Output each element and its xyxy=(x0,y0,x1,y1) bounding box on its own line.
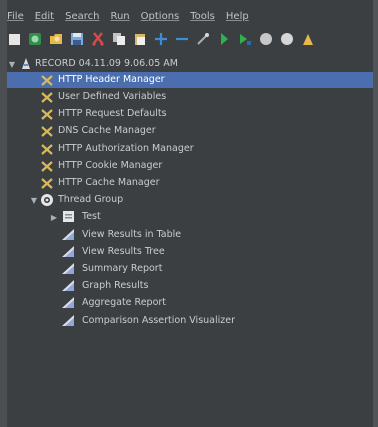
menu-run[interactable]: Run xyxy=(110,11,129,22)
toggle-icon[interactable] xyxy=(196,32,210,46)
tree-node-dns-cache-manager[interactable]: DNS Cache Manager xyxy=(7,123,373,139)
config-element-icon xyxy=(40,74,54,87)
paste-icon[interactable] xyxy=(133,32,147,46)
stop-icon[interactable] xyxy=(259,32,273,46)
tree-node-aggregate-report[interactable]: Aggregate Report xyxy=(7,295,373,311)
tree-node-http-cookie-manager[interactable]: HTTP Cookie Manager xyxy=(7,158,373,174)
tree-node-root[interactable]: ▼ RECORD 04.11.09 9.06.05 AM xyxy=(7,56,373,72)
menu-file[interactable]: File xyxy=(7,11,24,22)
start-no-pauses-icon[interactable] xyxy=(238,32,252,46)
config-element-icon xyxy=(40,108,54,121)
listener-icon xyxy=(61,262,75,275)
tree-node-http-request-defaults[interactable]: HTTP Request Defaults xyxy=(7,106,373,122)
tree-node-test-controller[interactable]: ▶ Test xyxy=(7,209,373,225)
tree-node-label: HTTP Cookie Manager xyxy=(58,160,163,171)
copy-icon[interactable] xyxy=(112,32,126,46)
simple-controller-icon xyxy=(61,210,75,223)
collapse-toggle-icon[interactable]: ▶ xyxy=(49,212,59,222)
config-element-icon xyxy=(40,125,54,138)
listener-icon xyxy=(61,279,75,292)
collapse-icon[interactable] xyxy=(175,32,189,46)
shutdown-icon[interactable] xyxy=(280,32,294,46)
templates-icon[interactable] xyxy=(28,32,42,46)
tree-node-http-header-manager[interactable]: HTTP Header Manager xyxy=(7,72,373,88)
tree-node-http-cache-manager[interactable]: HTTP Cache Manager xyxy=(7,175,373,191)
menu-options[interactable]: Options xyxy=(141,11,180,22)
clear-icon[interactable] xyxy=(301,32,315,46)
expand-icon[interactable] xyxy=(154,32,168,46)
config-element-icon xyxy=(40,160,54,173)
expand-toggle-icon[interactable]: ▼ xyxy=(7,59,17,69)
open-icon[interactable] xyxy=(49,32,63,46)
tree-node-label: Comparison Assertion Visualizer xyxy=(82,315,236,326)
menu-search[interactable]: Search xyxy=(65,11,99,22)
tree-node-summary-report[interactable]: Summary Report xyxy=(7,261,373,277)
window-right-border xyxy=(373,0,378,427)
tree-node-label: Thread Group xyxy=(58,194,124,205)
tree-node-label: Summary Report xyxy=(82,263,163,274)
tree-node-view-results-tree[interactable]: View Results Tree xyxy=(7,244,373,260)
config-element-icon xyxy=(40,91,54,104)
tree-node-label: HTTP Authorization Manager xyxy=(58,143,194,154)
tree-node-label: Test xyxy=(82,211,101,222)
expand-toggle-icon[interactable]: ▼ xyxy=(29,195,39,205)
listener-icon xyxy=(61,314,75,327)
tree-node-label: HTTP Request Defaults xyxy=(58,108,167,119)
test-plan-tree: ▼ RECORD 04.11.09 9.06.05 AM HTTP Header… xyxy=(7,56,373,427)
tree-node-label: HTTP Cache Manager xyxy=(58,177,160,188)
cut-icon[interactable] xyxy=(91,32,105,46)
tree-node-label: View Results Tree xyxy=(82,246,165,257)
tree-node-label: HTTP Header Manager xyxy=(58,74,165,85)
tree-node-label: DNS Cache Manager xyxy=(58,125,156,136)
test-plan-icon xyxy=(19,57,33,70)
tree-node-label: User Defined Variables xyxy=(58,91,167,102)
listener-icon xyxy=(61,296,75,309)
listener-icon xyxy=(61,228,75,241)
tree-node-comparison-assertion-visualizer[interactable]: Comparison Assertion Visualizer xyxy=(7,313,373,329)
tree-node-label: RECORD 04.11.09 9.06.05 AM xyxy=(35,58,178,69)
tree-node-http-authorization-manager[interactable]: HTTP Authorization Manager xyxy=(7,141,373,157)
window-left-border xyxy=(0,0,7,427)
listener-icon xyxy=(61,245,75,258)
new-icon[interactable] xyxy=(7,32,21,46)
menu-bar: File Edit Search Run Options Tools Help xyxy=(7,8,373,24)
menu-help[interactable]: Help xyxy=(226,11,249,22)
tree-node-view-results-in-table[interactable]: View Results in Table xyxy=(7,227,373,243)
tree-node-user-defined-variables[interactable]: User Defined Variables xyxy=(7,89,373,105)
menu-edit[interactable]: Edit xyxy=(35,11,54,22)
tree-node-label: View Results in Table xyxy=(82,229,182,240)
tree-node-thread-group[interactable]: ▼ Thread Group xyxy=(7,192,373,208)
config-element-icon xyxy=(40,143,54,156)
config-element-icon xyxy=(40,177,54,190)
tree-node-graph-results[interactable]: Graph Results xyxy=(7,278,373,294)
menu-tools[interactable]: Tools xyxy=(190,11,215,22)
tree-node-label: Graph Results xyxy=(82,280,149,291)
toolbar xyxy=(7,27,373,51)
save-icon[interactable] xyxy=(70,32,84,46)
tree-node-label: Aggregate Report xyxy=(82,297,167,308)
thread-group-icon xyxy=(40,193,54,206)
start-icon[interactable] xyxy=(217,32,231,46)
